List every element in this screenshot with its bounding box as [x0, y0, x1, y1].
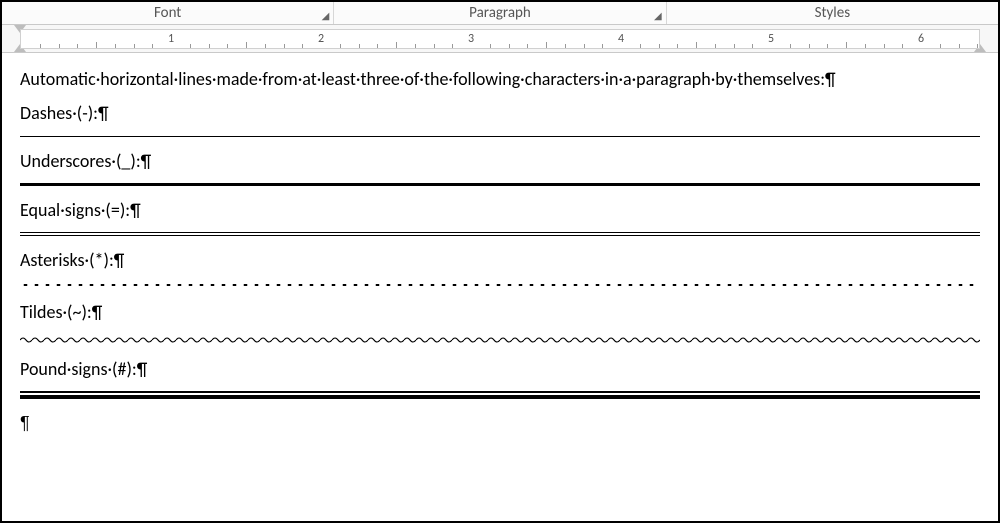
ribbon-group-font: Font ◢	[2, 2, 334, 24]
ribbon-group-font-label: Font	[154, 4, 181, 22]
auto-line-asterisks	[20, 282, 980, 288]
ruler-number: 2	[318, 32, 324, 46]
ruler-number: 1	[168, 32, 174, 46]
ruler-track: 1 2 3 4 5 6	[20, 29, 980, 49]
ruler-number: 4	[618, 32, 624, 46]
ribbon-groups: Font ◢ Paragraph ◢ Styles	[2, 2, 998, 25]
ribbon-group-styles-label: Styles	[815, 4, 850, 22]
ruler[interactable]: 1 2 3 4 5 6	[2, 25, 998, 53]
paragraph-equals[interactable]: Equal·signs·(=):¶	[20, 198, 980, 222]
ruler-number: 5	[768, 32, 774, 46]
dialog-launcher-icon[interactable]: ◢	[654, 9, 662, 22]
ruler-number: 6	[918, 32, 924, 46]
ribbon-group-styles: Styles	[667, 2, 998, 24]
dialog-launcher-icon[interactable]: ◢	[322, 9, 330, 22]
ribbon-group-paragraph-label: Paragraph	[469, 4, 531, 22]
ribbon-group-paragraph: Paragraph ◢	[334, 2, 666, 24]
auto-line-pounds	[20, 391, 980, 399]
paragraph-dashes[interactable]: Dashes·(-):¶	[20, 101, 980, 125]
paragraph-asterisks[interactable]: Asterisks·(*):¶	[20, 248, 980, 272]
paragraph-underscores[interactable]: Underscores·(_):¶	[20, 149, 980, 173]
auto-line-dashes	[20, 136, 980, 137]
paragraph-tildes[interactable]: Tildes·(~):¶	[20, 300, 980, 324]
paragraph-pounds[interactable]: Pound·signs·(#):¶	[20, 357, 980, 381]
paragraph-intro[interactable]: Automatic·horizontal·lines·made·from·at·…	[20, 67, 980, 91]
paragraph-empty[interactable]: ¶	[20, 411, 980, 435]
auto-line-tildes	[20, 335, 980, 345]
auto-line-equals	[20, 232, 980, 236]
document-body[interactable]: Automatic·horizontal·lines·made·from·at·…	[2, 53, 998, 455]
ruler-number: 3	[468, 32, 474, 46]
auto-line-underscores	[20, 183, 980, 186]
